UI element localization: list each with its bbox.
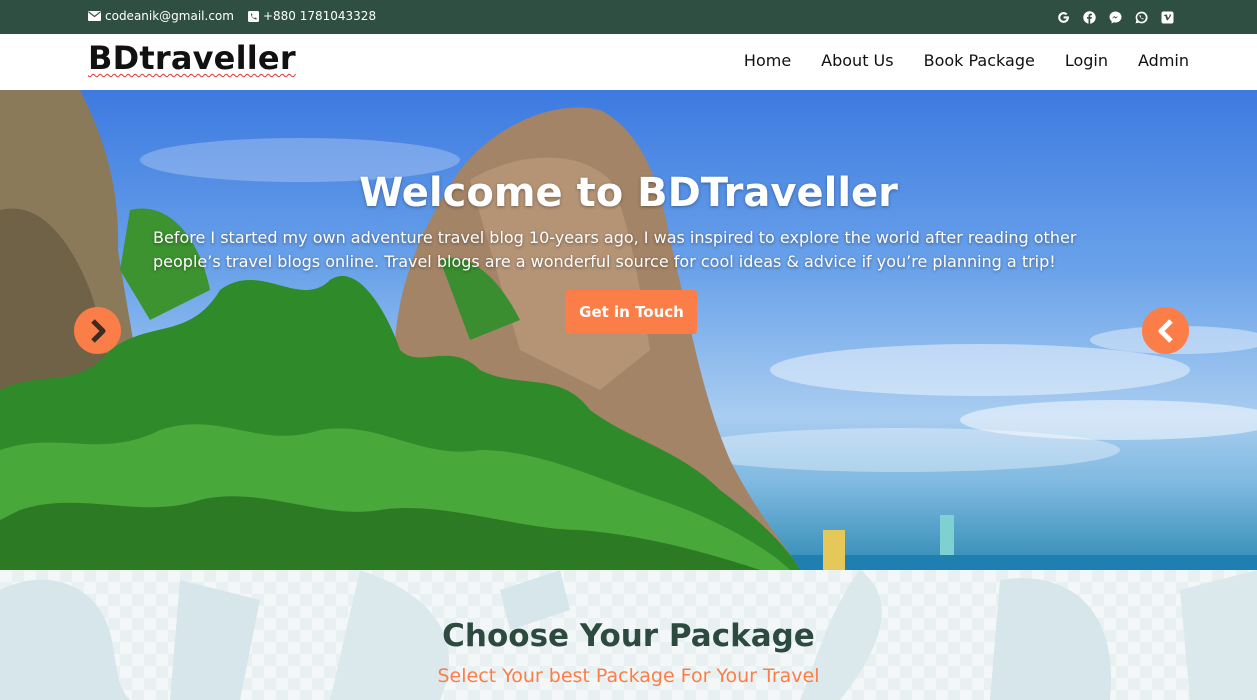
hero-title: Welcome to BDTraveller xyxy=(359,170,898,216)
email-text: codeanik@gmail.com xyxy=(105,9,234,23)
slider-prev-button[interactable] xyxy=(74,307,121,354)
nav-menu: Home About Us Book Package Login Admin xyxy=(714,51,1189,70)
packages-section: Choose Your Package Select Your best Pac… xyxy=(0,570,1257,700)
envelope-icon xyxy=(88,11,101,21)
hero-description: Before I started my own adventure travel… xyxy=(153,228,1077,271)
section-title: Choose Your Package xyxy=(442,618,815,654)
whatsapp-icon[interactable] xyxy=(1133,9,1149,25)
get-in-touch-button[interactable]: Get in Touch xyxy=(566,290,697,334)
nav-login[interactable]: Login xyxy=(1065,51,1108,70)
social-links xyxy=(1045,9,1175,25)
slider-next-button[interactable] xyxy=(1142,307,1189,354)
email-contact[interactable]: codeanik@gmail.com xyxy=(88,9,234,23)
nav-book-package[interactable]: Book Package xyxy=(924,51,1035,70)
site-logo[interactable]: BDtraveller xyxy=(88,39,296,77)
chevron-right-icon xyxy=(90,318,105,343)
nav-about-us[interactable]: About Us xyxy=(821,51,893,70)
phone-icon xyxy=(247,10,259,22)
top-contact-bar: codeanik@gmail.com +880 1781043328 xyxy=(0,0,1257,34)
phone-contact[interactable]: +880 1781043328 xyxy=(247,9,377,23)
section-subtitle: Select Your best Package For Your Travel xyxy=(437,665,820,687)
nav-home[interactable]: Home xyxy=(744,51,791,70)
contact-info: codeanik@gmail.com +880 1781043328 xyxy=(88,9,390,23)
google-icon[interactable] xyxy=(1055,9,1071,25)
nav-admin[interactable]: Admin xyxy=(1138,51,1189,70)
hero-slider: Welcome to BDTraveller Before I started … xyxy=(0,90,1257,570)
vimeo-icon[interactable] xyxy=(1159,9,1175,25)
facebook-icon[interactable] xyxy=(1081,9,1097,25)
phone-text: +880 1781043328 xyxy=(262,9,377,23)
messenger-icon[interactable] xyxy=(1107,9,1123,25)
main-navbar: BDtraveller Home About Us Book Package L… xyxy=(0,34,1257,90)
chevron-left-icon xyxy=(1158,318,1173,343)
